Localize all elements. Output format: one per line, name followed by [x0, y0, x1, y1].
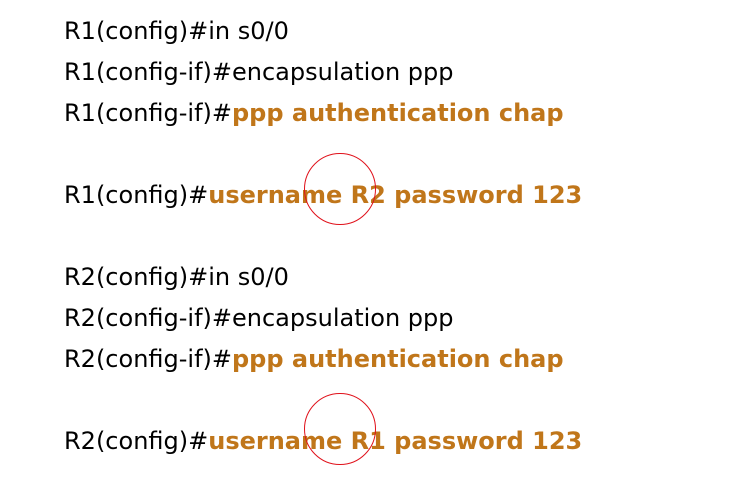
command-prompt: R1(config-if)#: [64, 99, 232, 127]
command-text: in s0/0: [208, 17, 289, 45]
r1-username-line: R1(config)#username R2 password 123: [64, 180, 582, 210]
command-prompt: R2(config-if)#: [64, 345, 232, 373]
r1-encapsulation-line: R1(config-if)#encapsulation ppp: [64, 57, 454, 87]
highlighted-command: username R2 password 123: [208, 181, 583, 209]
command-text: in s0/0: [208, 263, 289, 291]
command-text: encapsulation ppp: [232, 304, 454, 332]
r2-username-line: R2(config)#username R1 password 123: [64, 426, 582, 456]
command-prompt: R2(config)#: [64, 427, 209, 455]
command-prompt: R2(config-if)#: [64, 304, 232, 332]
r1-ppp-authentication-line: R1(config-if)#ppp authentication chap: [64, 98, 564, 128]
command-prompt: R1(config)#: [64, 181, 209, 209]
highlighted-command: username R1 password 123: [208, 427, 583, 455]
command-prompt: R2(config)#: [64, 263, 209, 291]
r2-ppp-authentication-line: R2(config-if)#ppp authentication chap: [64, 344, 564, 374]
command-text: encapsulation ppp: [232, 58, 454, 86]
r1-config-interface-line: R1(config)#in s0/0: [64, 16, 289, 46]
highlighted-command: ppp authentication chap: [232, 99, 564, 127]
r2-encapsulation-line: R2(config-if)#encapsulation ppp: [64, 303, 454, 333]
command-prompt: R1(config-if)#: [64, 58, 232, 86]
command-prompt: R1(config)#: [64, 17, 209, 45]
r2-config-interface-line: R2(config)#in s0/0: [64, 262, 289, 292]
highlighted-command: ppp authentication chap: [232, 345, 564, 373]
